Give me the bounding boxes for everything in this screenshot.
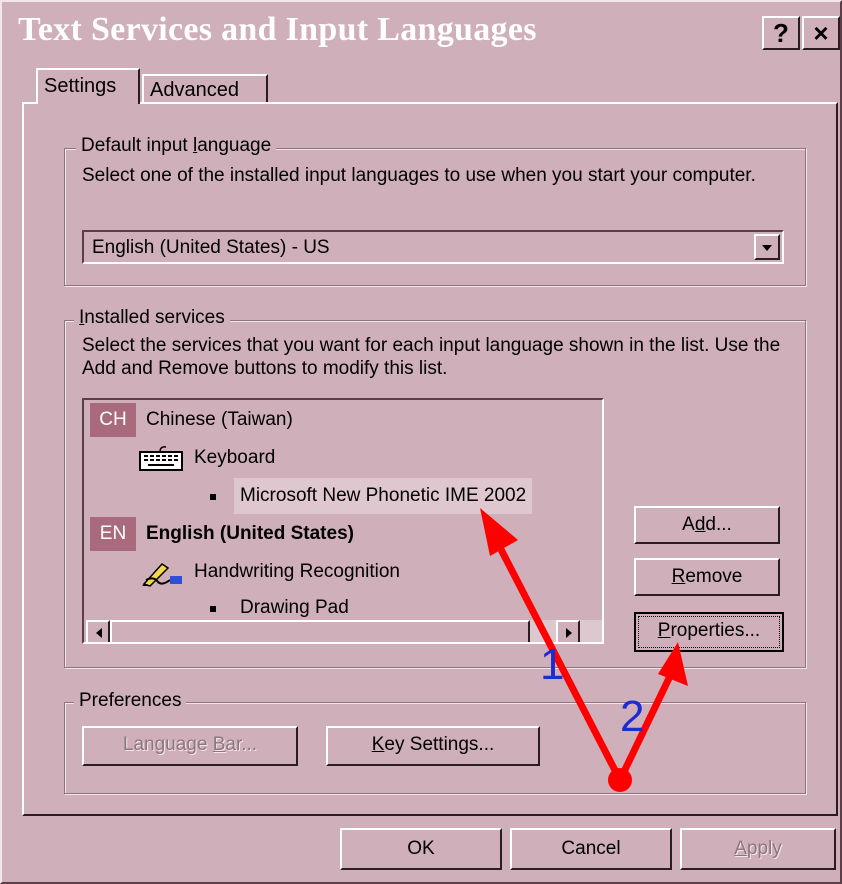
cancel-button[interactable]: Cancel [510, 828, 672, 870]
chevron-left-icon [96, 628, 102, 638]
horizontal-scroll-thumb[interactable] [110, 620, 530, 642]
add-button[interactable]: Add... [634, 506, 780, 544]
apply-button[interactable]: Apply [680, 828, 836, 870]
default-input-language-select[interactable]: English (United States) - US [82, 230, 784, 264]
language-badge-ch: CH [90, 403, 136, 437]
bullet-icon [210, 606, 216, 612]
preferences-label: Preferences [74, 690, 187, 712]
default-input-language-label: Default input language [76, 135, 277, 157]
tree-item-keyboard[interactable]: Keyboard [88, 440, 602, 476]
tree-item-label: Keyboard [194, 447, 276, 468]
installed-services-description: Select the services that you want for ea… [82, 335, 781, 379]
chevron-down-icon [762, 245, 772, 251]
tree-item-microsoft-new-phonetic-ime[interactable]: Microsoft New Phonetic IME 2002 [88, 478, 602, 514]
key-settings-button[interactable]: Key Settings... [326, 726, 540, 766]
dialog-window: Text Services and Input Languages ? × Se… [0, 0, 842, 884]
language-badge-en: EN [90, 517, 136, 551]
tree-item-label: English (United States) [146, 523, 354, 544]
tab-settings-label: Settings [44, 75, 117, 97]
tab-advanced-label: Advanced [150, 79, 239, 101]
default-input-description: Select one of the installed input langua… [82, 165, 756, 186]
installed-services-label: Installed services [74, 307, 230, 329]
default-input-language-value: English (United States) - US [92, 237, 330, 258]
tab-settings[interactable]: Settings [36, 68, 140, 104]
installed-services-tree[interactable]: CH Chinese (Taiwan) Keyboard Microsoft N… [82, 398, 604, 644]
ok-button[interactable]: OK [340, 828, 502, 870]
help-button[interactable]: ? [762, 16, 800, 50]
language-bar-button[interactable]: Language Bar... [82, 726, 298, 766]
properties-button[interactable]: Properties... [634, 612, 784, 652]
dropdown-arrow-button[interactable] [754, 234, 780, 260]
bullet-icon [210, 494, 216, 500]
tree-item-english-united-states[interactable]: EN English (United States) [88, 516, 602, 552]
keyboard-icon [139, 446, 183, 471]
tree-item-label: Chinese (Taiwan) [146, 409, 293, 430]
pen-icon [142, 563, 182, 587]
remove-button[interactable]: Remove [634, 558, 780, 596]
annotation-label-2: 2 [620, 692, 645, 741]
horizontal-scrollbar[interactable] [86, 620, 602, 642]
tree-item-label-selected: Microsoft New Phonetic IME 2002 [234, 478, 533, 514]
tree-item-label: Handwriting Recognition [194, 561, 400, 582]
window-title: Text Services and Input Languages [18, 11, 537, 48]
tab-advanced[interactable]: Advanced [142, 74, 268, 104]
scroll-left-button[interactable] [86, 620, 110, 642]
tree-item-chinese-taiwan[interactable]: CH Chinese (Taiwan) [88, 402, 602, 438]
tree-item-handwriting-recognition[interactable]: Handwriting Recognition [88, 554, 602, 590]
annotation-label-1: 1 [540, 640, 565, 689]
chevron-right-icon [566, 628, 572, 638]
close-button[interactable]: × [802, 16, 840, 50]
title-bar[interactable]: Text Services and Input Languages ? × [4, 4, 840, 56]
